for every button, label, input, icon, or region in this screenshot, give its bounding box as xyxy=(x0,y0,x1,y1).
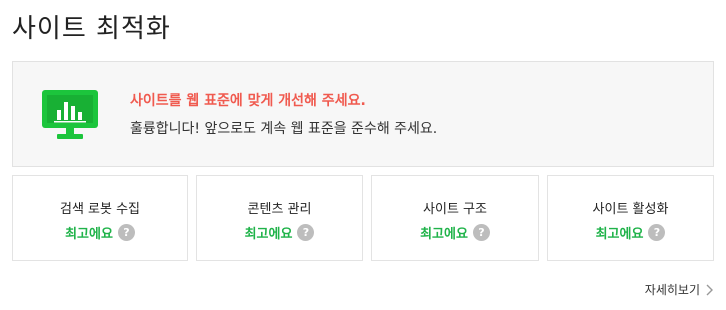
details-label: 자세히보기 xyxy=(644,283,700,297)
details-link[interactable]: 자세히보기 xyxy=(645,281,714,298)
status-text: 최고에요 xyxy=(65,227,113,242)
chevron-right-icon xyxy=(706,284,713,295)
card-site-structure: 사이트 구조 최고에요 ? xyxy=(371,175,539,261)
summary-panel: 사이트를 웹 표준에 맞게 개선해 주세요. 훌륭합니다! 앞으로도 계속 웹 … xyxy=(12,61,714,167)
card-site-activation: 사이트 활성화 최고에요 ? xyxy=(547,175,714,261)
card-status: 최고에요 ? xyxy=(372,223,538,242)
page-title: 사이트 최적화 xyxy=(12,14,171,44)
card-status: 최고에요 ? xyxy=(13,223,187,242)
card-title: 검색 로봇 수집 xyxy=(59,202,141,217)
help-icon[interactable]: ? xyxy=(297,224,315,241)
card-status: 최고에요 ? xyxy=(197,223,362,242)
card-title: 콘텐츠 관리 xyxy=(247,202,312,217)
help-icon[interactable]: ? xyxy=(648,224,666,241)
summary-description: 훌륭합니다! 앞으로도 계속 웹 표준을 준수해 주세요. xyxy=(130,121,438,137)
help-icon[interactable]: ? xyxy=(117,224,135,241)
monitor-chart-icon xyxy=(42,90,98,139)
status-text: 최고에요 xyxy=(595,227,644,242)
card-title: 사이트 활성화 xyxy=(592,202,669,217)
status-text: 최고에요 xyxy=(420,227,468,242)
help-icon[interactable]: ? xyxy=(472,224,490,241)
status-text: 최고에요 xyxy=(244,227,293,242)
optimization-cards: 검색 로봇 수집 최고에요 ? 콘텐츠 관리 최고에요 ? 사이트 구조 최고에… xyxy=(12,175,714,261)
summary-headline: 사이트를 웹 표준에 맞게 개선해 주세요. xyxy=(130,93,366,109)
card-content-management: 콘텐츠 관리 최고에요 ? xyxy=(196,175,363,261)
card-status: 최고에요 ? xyxy=(548,223,713,242)
card-title: 사이트 구조 xyxy=(423,202,487,217)
card-search-robot: 검색 로봇 수집 최고에요 ? xyxy=(12,175,188,261)
